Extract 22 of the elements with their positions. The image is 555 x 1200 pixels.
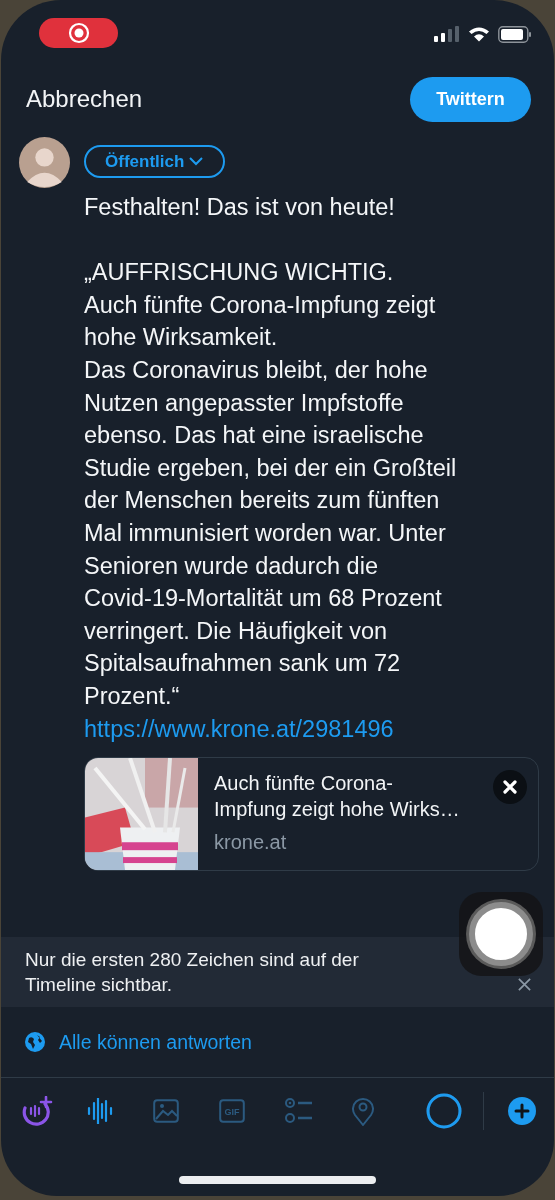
notice-text: Nur die ersten 280 Zeichen sind auf der Timeline sichtbar. — [25, 948, 359, 997]
card-domain: krone.at — [214, 830, 288, 856]
reply-setting[interactable]: Alle können antworten — [1, 1007, 276, 1077]
waveform-icon[interactable] — [87, 1098, 113, 1124]
tweet-text[interactable]: Festhalten! Das ist von heute! „AUFFRISCHUNG WICHTIG. Auch fünfte Corona-Impfung zeigt hohe Wirksamkeit. Das Coronavirus bleibt, der hohe Nutzen angepasster Impfstoffe ebenso. Das hat eine israelische Studie ergeben, bei der ein Großteil der Menschen bereits zum fünften Mal immunisiert worden war. Unter Senioren wurde dadurch die Covid-19-Mortalität um 68 Prozent verringert. Die Häufigkeit von Spitalsaufnahmen sank um 72 Prozent.“ — [84, 191, 457, 713]
chevron-down-icon — [189, 157, 204, 166]
close-icon[interactable] — [493, 770, 527, 805]
avatar-icon — [19, 137, 70, 188]
add-icon[interactable] — [508, 1097, 536, 1125]
globe-icon — [25, 1032, 45, 1052]
battery-icon — [498, 25, 532, 43]
link-card[interactable]: Auch fünfte Corona- Impfung zeigt hohe Wirks… krone.at — [84, 757, 539, 872]
cancel-link[interactable]: Abbrechen — [26, 85, 143, 113]
wifi-icon — [468, 26, 490, 42]
card-title: Auch fünfte Corona- Impfung zeigt hohe Wirks… — [214, 771, 460, 823]
character-counter-ring — [425, 1092, 463, 1130]
assistive-touch-button[interactable] — [459, 892, 543, 976]
audience-selector[interactable]: Öffentlich — [84, 145, 226, 178]
microphone-plus-icon[interactable] — [21, 1096, 53, 1126]
tweet-link[interactable]: https://www.krone.at/2981496 — [84, 712, 394, 746]
signal-icon — [434, 26, 460, 42]
tweet-button[interactable]: Twittern — [410, 76, 531, 122]
